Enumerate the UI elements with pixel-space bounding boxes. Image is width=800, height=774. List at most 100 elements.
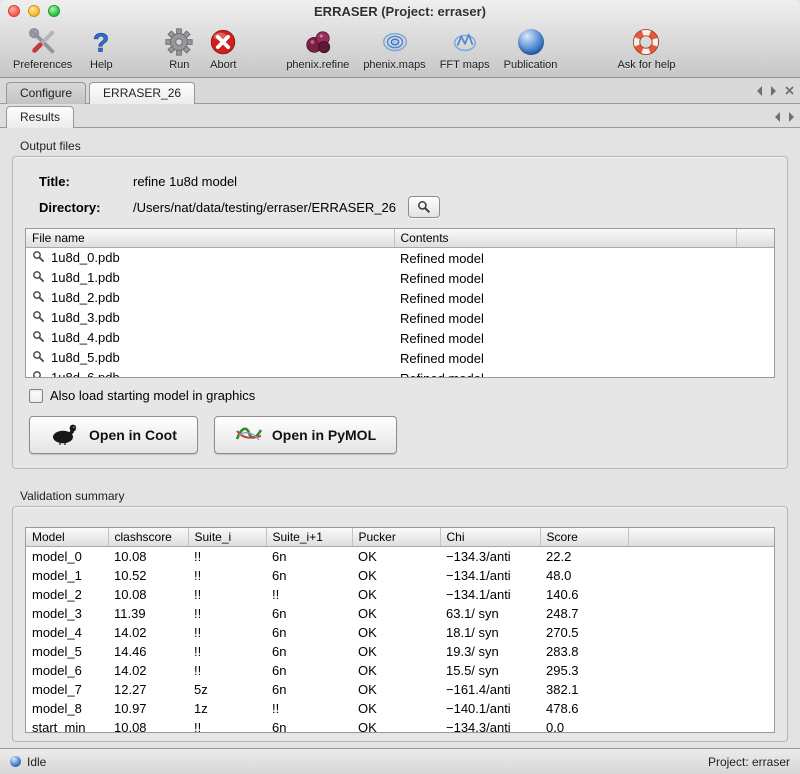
subtab-scroll-right-icon[interactable] [789,112,794,122]
status-sphere-icon [10,756,21,767]
zoom-button[interactable] [48,5,60,17]
column-header[interactable]: Score [540,528,628,547]
output-files-table[interactable]: File nameContents 1u8d_0.pdbRefined mode… [25,228,775,378]
toolbar-preferences[interactable]: Preferences [6,26,79,71]
publication-icon [518,26,544,58]
subtab-controls [775,112,794,127]
directory-row: Directory: /Users/nat/data/testing/erras… [39,196,761,218]
status-left: Idle [10,755,46,769]
validation-row[interactable]: model_110.52!!6nOK−134.1/anti48.0 [26,566,774,585]
open-buttons-row: Open in Coot Open in PyMOL [29,416,773,454]
pymol-ribbon-icon [235,423,263,448]
toolbar-ask-for-help[interactable]: Ask for help [610,26,682,71]
column-header[interactable]: Suite_i [188,528,266,547]
file-row[interactable]: 1u8d_5.pdbRefined model [26,348,774,368]
validation-groupbox: ModelclashscoreSuite_iSuite_i+1PuckerChi… [12,506,788,742]
tab-results[interactable]: Results [6,106,74,128]
output-files-group-label: Output files [20,139,788,153]
validation-table[interactable]: ModelclashscoreSuite_iSuite_i+1PuckerChi… [25,527,775,733]
close-button[interactable] [8,5,20,17]
column-header[interactable]: Contents [394,229,736,248]
load-starting-model-checkbox[interactable] [29,389,43,403]
results-panel: Output files Title: refine 1u8d model Di… [0,128,800,748]
fft-maps-icon [450,26,480,58]
open-in-pymol-label: Open in PyMOL [272,427,376,443]
magnifier-icon [32,310,45,326]
status-text: Idle [27,755,46,769]
column-header[interactable]: clashscore [108,528,188,547]
file-row[interactable]: 1u8d_3.pdbRefined model [26,308,774,328]
validation-row[interactable]: model_614.02!!6nOK15.5/ syn295.3 [26,661,774,680]
directory-label: Directory: [39,200,133,215]
toolbar-run[interactable]: Run [157,26,201,71]
validation-row[interactable]: model_810.971z!!OK−140.1/anti478.6 [26,699,774,718]
load-starting-model-label: Also load starting model in graphics [50,388,255,403]
toolbar-phenix-maps[interactable]: phenix.maps [356,26,432,71]
phenix-refine-icon [303,26,333,58]
traffic-lights [8,5,60,17]
toolbar-help[interactable]: ? Help [79,26,123,71]
magnifier-icon [32,330,45,346]
help-icon: ? [86,26,116,58]
validation-table-body: model_010.08!!6nOK−134.3/anti22.2model_1… [26,547,774,734]
validation-row[interactable]: model_712.275z6nOK−161.4/anti382.1 [26,680,774,699]
column-header-filler [736,229,774,248]
tab-close-icon[interactable] [785,83,794,98]
magnifier-icon [32,370,45,378]
status-project: Project: erraser [708,755,790,769]
column-header-filler [628,528,774,547]
file-row[interactable]: 1u8d_2.pdbRefined model [26,288,774,308]
validation-row[interactable]: model_514.46!!6nOK19.3/ syn283.8 [26,642,774,661]
minimize-button[interactable] [28,5,40,17]
toolbar-label: Abort [210,59,236,71]
column-header[interactable]: Chi [440,528,540,547]
title-label: Title: [39,174,133,189]
file-row[interactable]: 1u8d_4.pdbRefined model [26,328,774,348]
validation-row[interactable]: model_210.08!!!!OK−134.1/anti140.6 [26,585,774,604]
toolbar-publication[interactable]: Publication [497,26,565,71]
tab-scroll-right-icon[interactable] [771,86,776,96]
svg-text:?: ? [93,27,109,57]
toolbar-label: Publication [504,59,558,71]
open-in-pymol-button[interactable]: Open in PyMOL [214,416,397,454]
phenix-maps-icon [380,26,410,58]
subtab-scroll-left-icon[interactable] [775,112,780,122]
open-in-coot-button[interactable]: Open in Coot [29,416,198,454]
file-row[interactable]: 1u8d_1.pdbRefined model [26,268,774,288]
toolbar-fft-maps[interactable]: FFT maps [433,26,497,71]
coot-bird-icon [50,423,80,448]
file-row[interactable]: 1u8d_0.pdbRefined model [26,248,774,269]
main-tabstrip: Configure ERRASER_26 [0,78,800,104]
validation-row[interactable]: model_414.02!!6nOK18.1/ syn270.5 [26,623,774,642]
abort-icon [208,26,238,58]
tab-scroll-left-icon[interactable] [757,86,762,96]
toolbar-phenix-refine[interactable]: phenix.refine [279,26,356,71]
validation-row[interactable]: start_min10.08!!6nOK−134.3/anti0.0 [26,718,774,733]
window-chrome: ERRASER (Project: erraser) Preferences [0,0,800,78]
tab-erraser-26[interactable]: ERRASER_26 [89,82,195,104]
preferences-icon [28,26,58,58]
magnifier-icon [32,290,45,306]
load-starting-model-row: Also load starting model in graphics [29,388,773,403]
directory-value: /Users/nat/data/testing/erraser/ERRASER_… [133,200,396,215]
magnifier-icon [32,250,45,266]
column-header[interactable]: Pucker [352,528,440,547]
tab-controls [757,83,794,103]
tab-configure[interactable]: Configure [6,82,86,104]
column-header[interactable]: Model [26,528,108,547]
column-header[interactable]: Suite_i+1 [266,528,352,547]
titlebar[interactable]: ERRASER (Project: erraser) [0,0,800,22]
output-files-table-head-row: File nameContents [26,229,774,248]
statusbar: Idle Project: erraser [0,748,800,774]
magnifier-icon [32,270,45,286]
column-header[interactable]: File name [26,229,394,248]
toolbar-abort[interactable]: Abort [201,26,245,71]
lifebuoy-icon [631,26,661,58]
file-row[interactable]: 1u8d_6.pdbRefined model [26,368,774,378]
browse-directory-button[interactable] [408,196,440,218]
output-files-table-body: 1u8d_0.pdbRefined model1u8d_1.pdbRefined… [26,248,774,379]
app-window: ERRASER (Project: erraser) Preferences [0,0,800,774]
validation-row[interactable]: model_010.08!!6nOK−134.3/anti22.2 [26,547,774,567]
magnifier-icon [32,350,45,366]
validation-row[interactable]: model_311.39!!6nOK63.1/ syn248.7 [26,604,774,623]
